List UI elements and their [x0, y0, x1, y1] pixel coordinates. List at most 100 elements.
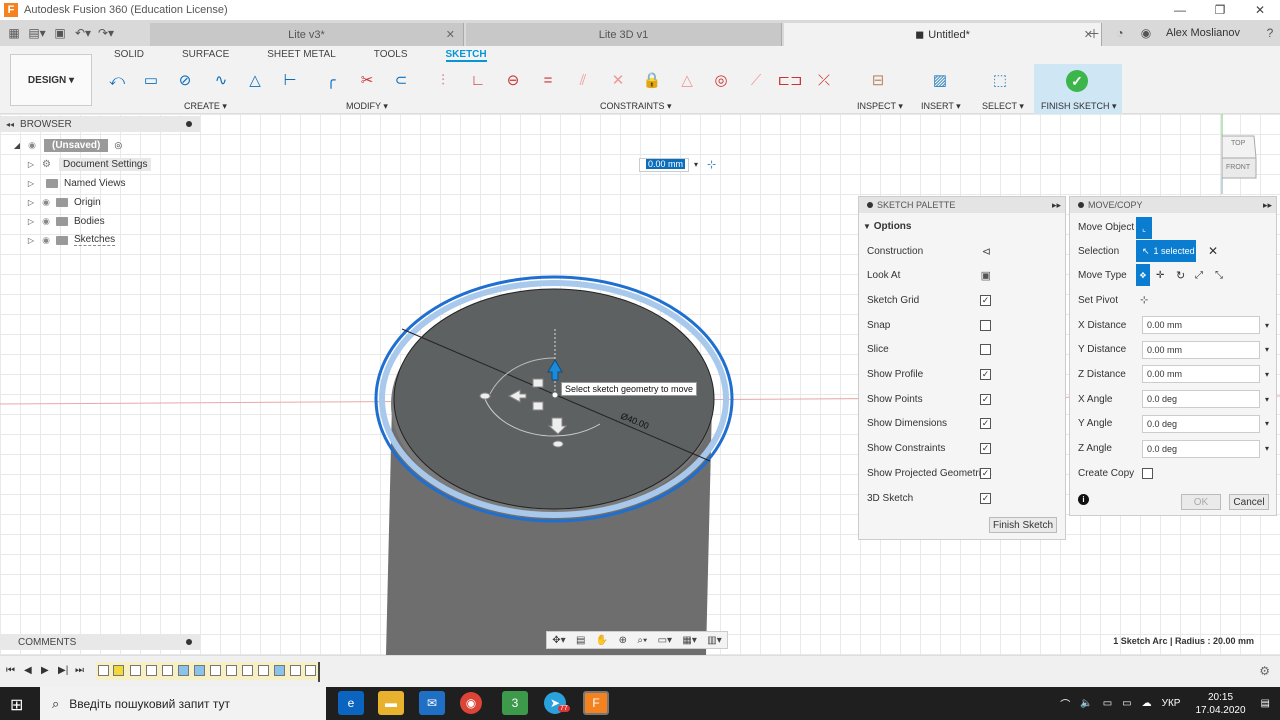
cancel-button[interactable]: Cancel: [1229, 494, 1269, 510]
chevron-down-icon[interactable]: ▾: [1265, 395, 1269, 404]
selection-chip[interactable]: ↖ 1 selected: [1136, 240, 1196, 262]
create-copy-checkbox[interactable]: [1142, 467, 1153, 479]
chevron-down-icon[interactable]: ▾: [1265, 321, 1269, 330]
timeline-feature[interactable]: [210, 665, 221, 676]
user-name[interactable]: Alex Moslianov: [1166, 27, 1240, 39]
palette-checkbox[interactable]: [980, 319, 991, 331]
chrome-icon[interactable]: ◉: [460, 692, 482, 714]
distance-input[interactable]: 0.00 mm: [639, 158, 689, 172]
timeline-back-icon[interactable]: ◀: [24, 665, 32, 676]
collapse-icon[interactable]: ▼: [863, 222, 871, 231]
chevron-down-icon[interactable]: ▾: [1265, 419, 1269, 428]
select-menu[interactable]: SELECT ▾: [982, 101, 1024, 112]
trim-icon[interactable]: ✂: [356, 70, 378, 90]
fit-icon[interactable]: ⌕▾: [637, 635, 647, 646]
tab-lite-v3[interactable]: Lite v3* ✕: [150, 23, 464, 46]
perpendicular-icon[interactable]: ∟: [467, 70, 489, 90]
timeline-feature[interactable]: [274, 665, 285, 676]
offset-icon[interactable]: ⊂: [390, 70, 412, 90]
chevron-down-icon[interactable]: ▾: [1265, 444, 1269, 453]
pan-icon[interactable]: ✋: [596, 635, 608, 646]
timeline-feature[interactable]: [98, 665, 109, 676]
select-icon[interactable]: ⬚: [989, 70, 1011, 90]
line-icon[interactable]: ⤺: [106, 70, 128, 90]
timeline-end-icon[interactable]: ⏭: [75, 665, 84, 676]
tab-lite-3d-v1[interactable]: Lite 3D v1: [466, 23, 782, 46]
look-at-icon[interactable]: ▤: [576, 635, 585, 646]
inspect-menu[interactable]: INSPECT ▾: [857, 101, 903, 112]
close-icon[interactable]: ✕: [1240, 0, 1280, 20]
curvature-icon[interactable]: ⤫: [813, 70, 835, 90]
palette-checkbox[interactable]: ✓: [980, 294, 991, 306]
circle-icon[interactable]: ⊘: [174, 70, 196, 90]
timeline-settings-icon[interactable]: ⚙: [1259, 664, 1270, 678]
distance-dropdown-icon[interactable]: ▾: [694, 160, 698, 169]
timeline-feature[interactable]: [242, 665, 253, 676]
fusion-taskbar-icon[interactable]: F: [583, 691, 609, 715]
timeline-feature[interactable]: [290, 665, 301, 676]
timeline-feature[interactable]: [194, 665, 205, 676]
timeline-start-icon[interactable]: ⏮: [6, 665, 15, 676]
symmetry-icon[interactable]: ⊏⊐: [777, 70, 802, 90]
maximize-icon[interactable]: ❐: [1200, 0, 1240, 20]
modify-menu[interactable]: MODIFY ▾: [346, 101, 388, 112]
palette-checkbox[interactable]: [980, 344, 991, 356]
rectangle-icon[interactable]: ▭: [140, 70, 162, 90]
battery-icon[interactable]: ▭: [1122, 698, 1131, 709]
horizontal-icon[interactable]: ✕: [607, 70, 629, 90]
timeline-feature[interactable]: [305, 665, 316, 676]
timeline-marker[interactable]: [318, 662, 320, 682]
palette-checkbox[interactable]: ✓: [980, 393, 991, 405]
set-pivot-icon[interactable]: ⊹: [1140, 295, 1148, 306]
palette-checkbox[interactable]: ✓: [980, 492, 991, 504]
action-center-icon[interactable]: ▤: [1261, 698, 1270, 709]
palette-checkbox[interactable]: ✓: [980, 418, 991, 430]
point-to-point-icon[interactable]: ⤢: [1195, 270, 1203, 281]
design-workspace-button[interactable]: DESIGN ▾: [10, 54, 92, 106]
spline-icon[interactable]: ∿: [210, 70, 232, 90]
viewcube-top-label[interactable]: TOP: [1231, 140, 1245, 147]
save-icon[interactable]: ▣: [51, 24, 69, 42]
info-icon[interactable]: i: [1078, 494, 1089, 505]
orbit-icon[interactable]: ✥▾: [552, 635, 565, 646]
tree-item-origin[interactable]: ▷ ◉ Origin: [26, 193, 101, 211]
construction-icon[interactable]: ⊲: [982, 245, 991, 258]
dimension-icon[interactable]: ⊢: [279, 70, 301, 90]
onedrive-icon[interactable]: ☁: [1142, 698, 1152, 709]
visibility-icon[interactable]: ◉: [26, 140, 38, 151]
volume-icon[interactable]: 🔈: [1080, 698, 1092, 709]
language-indicator[interactable]: УКР: [1162, 698, 1181, 709]
mail-icon[interactable]: ✉: [419, 691, 445, 715]
comments-bar[interactable]: COMMENTS: [0, 634, 200, 650]
move-field-input[interactable]: 0.0 deg: [1142, 439, 1260, 458]
expand-icon[interactable]: ▷: [26, 236, 36, 245]
point-to-position-icon[interactable]: ⤡: [1215, 270, 1223, 281]
expression-icon[interactable]: ⊹: [707, 158, 716, 171]
move-field-input[interactable]: 0.0 deg: [1142, 390, 1260, 409]
chevron-down-icon[interactable]: ▾: [1265, 370, 1269, 379]
timeline-forward-icon[interactable]: ▶|: [58, 665, 68, 676]
move-field-input[interactable]: 0.00 mm: [1142, 340, 1260, 359]
grid-menu-icon[interactable]: ▦: [5, 24, 23, 42]
free-move-icon[interactable]: ✥: [1136, 264, 1150, 286]
zoom-icon[interactable]: ⊕: [619, 635, 627, 646]
taskbar-search[interactable]: ⌕ Введіть пошуковий запит тут: [40, 687, 326, 720]
timeline-feature[interactable]: [162, 665, 173, 676]
tree-item-sketches[interactable]: ▷ ◉ Sketches: [26, 231, 116, 249]
tab-sheet-metal[interactable]: SHEET METAL: [267, 49, 336, 62]
collinear-icon[interactable]: ⟋: [745, 70, 767, 90]
minimize-icon[interactable]: —: [1160, 0, 1200, 20]
translate-icon[interactable]: ✛: [1156, 270, 1164, 281]
dialog-pin-icon[interactable]: [1078, 202, 1084, 208]
viewports-icon[interactable]: ▥▾: [707, 635, 721, 646]
tab-tools[interactable]: TOOLS: [374, 49, 408, 62]
visibility-icon[interactable]: ◉: [40, 197, 52, 208]
tab-untitled[interactable]: ◼ Untitled* ✕: [784, 23, 1102, 46]
constraints-menu[interactable]: CONSTRAINTS ▾: [600, 101, 672, 112]
timeline-feature[interactable]: [130, 665, 141, 676]
finish-sketch-check-icon[interactable]: ✓: [1066, 70, 1088, 92]
tab-solid[interactable]: SOLID: [114, 49, 144, 62]
finish-sketch-menu[interactable]: FINISH SKETCH ▾: [1041, 101, 1117, 112]
finish-sketch-button[interactable]: Finish Sketch: [989, 517, 1057, 533]
insert-menu[interactable]: INSERT ▾: [921, 101, 961, 112]
